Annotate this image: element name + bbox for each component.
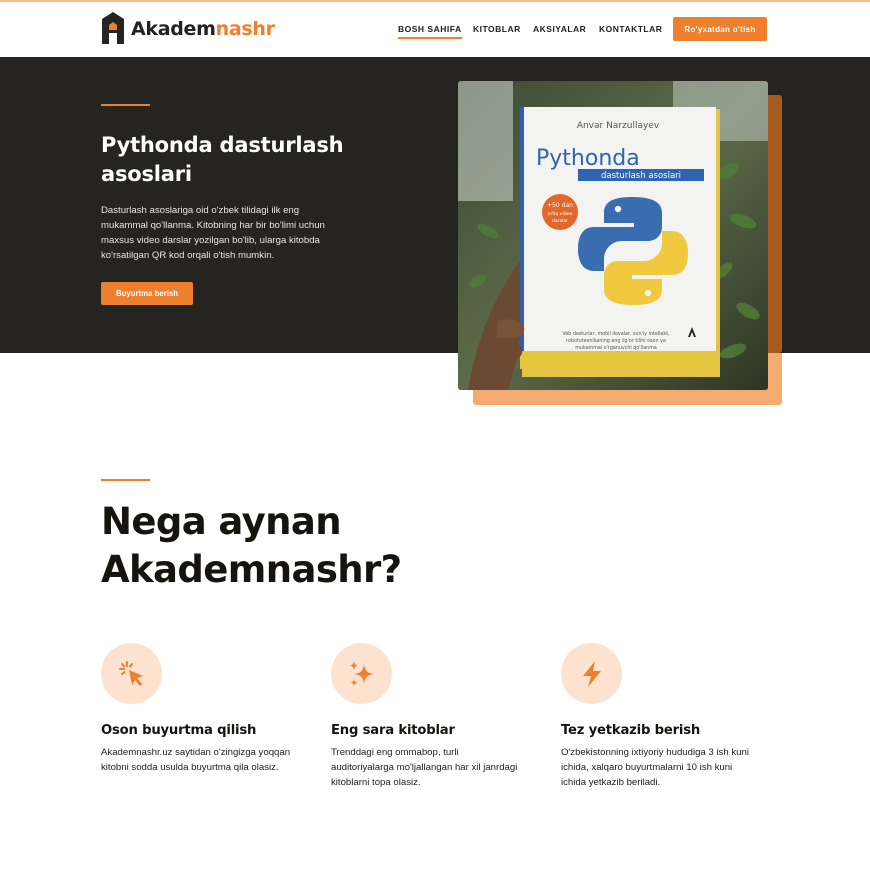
book-author: Anvar Narzullayev xyxy=(577,121,660,131)
site-header: Akademnashr BOSH SAHIFA KITOBLAR AKSIYAL… xyxy=(0,2,870,57)
lightning-icon xyxy=(582,660,601,687)
cursor-click-icon xyxy=(118,660,143,686)
logo-text: Akademnashr xyxy=(131,18,275,40)
hero-title: Pythonda dasturlash asoslari xyxy=(101,133,344,186)
nav-item-promotions[interactable]: AKSIYALAR xyxy=(533,24,586,34)
book-photo-illustration: Anvar Narzullayev Pythonda dasturlash as… xyxy=(458,81,768,390)
logo[interactable]: Akademnashr xyxy=(101,11,275,47)
sparkles-icon xyxy=(349,660,374,686)
book-badge-line2: ortiq video xyxy=(548,211,573,217)
why-title-line2: Akademnashr? xyxy=(101,548,402,591)
feature-icon-circle xyxy=(101,643,162,704)
nav-item-home[interactable]: BOSH SAHIFA xyxy=(398,24,462,39)
order-button[interactable]: Buyurtma berish xyxy=(101,282,193,305)
book-blurb-line2: robototexnikaning eng ilg'or tilini oson… xyxy=(566,338,666,344)
hero-accent-rule xyxy=(101,104,150,106)
book-badge-line1: +50 dan xyxy=(547,202,573,209)
book-blurb-line1: Veb dasturlar, mobil ilovalar, sun'iy in… xyxy=(562,331,670,337)
why-title-line1: Nega aynan xyxy=(101,500,342,543)
book-title-main: Pythonda xyxy=(536,146,640,171)
feature-text: Trenddagi eng ommabop, turli auditoriyal… xyxy=(331,747,518,788)
nav-item-contacts[interactable]: KONTAKTLAR xyxy=(599,24,662,34)
feature-title: Tez yetkazib berish xyxy=(561,723,701,738)
feature-fast-delivery: Tez yetkazib berish O'zbekistonning ixti… xyxy=(561,643,761,790)
book-badge-line3: darslar xyxy=(552,218,568,224)
why-accent-rule xyxy=(101,479,150,481)
why-section-title: Nega aynan Akademnashr? xyxy=(101,498,421,594)
feature-title: Oson buyurtma qilish xyxy=(101,723,257,738)
hero-description: Dasturlash asoslariga oid o'zbek tilidag… xyxy=(101,205,325,261)
register-button[interactable]: Ro'yxatdan o'tish xyxy=(673,17,767,41)
nav-item-books[interactable]: KITOBLAR xyxy=(473,24,521,34)
feature-text: Akademnashr.uz saytidan o'zingizga yoqqa… xyxy=(101,747,291,773)
feature-title: Eng sara kitoblar xyxy=(331,723,455,738)
book-blurb-line3: mukammal o'rganuvchi qo'llanma xyxy=(575,345,657,351)
feature-best-books: Eng sara kitoblar Trenddagi eng ommabop,… xyxy=(331,643,531,790)
book-photo: Anvar Narzullayev Pythonda dasturlash as… xyxy=(458,81,768,390)
book-title-sub: dasturlash asoslari xyxy=(601,171,681,181)
feature-easy-order: Oson buyurtma qilish Akademnashr.uz sayt… xyxy=(101,643,301,775)
logo-mark-icon xyxy=(102,12,124,44)
feature-icon-circle xyxy=(561,643,622,704)
feature-text: O'zbekistonning ixtiyoriy hududiga 3 ish… xyxy=(561,747,749,788)
feature-icon-circle xyxy=(331,643,392,704)
